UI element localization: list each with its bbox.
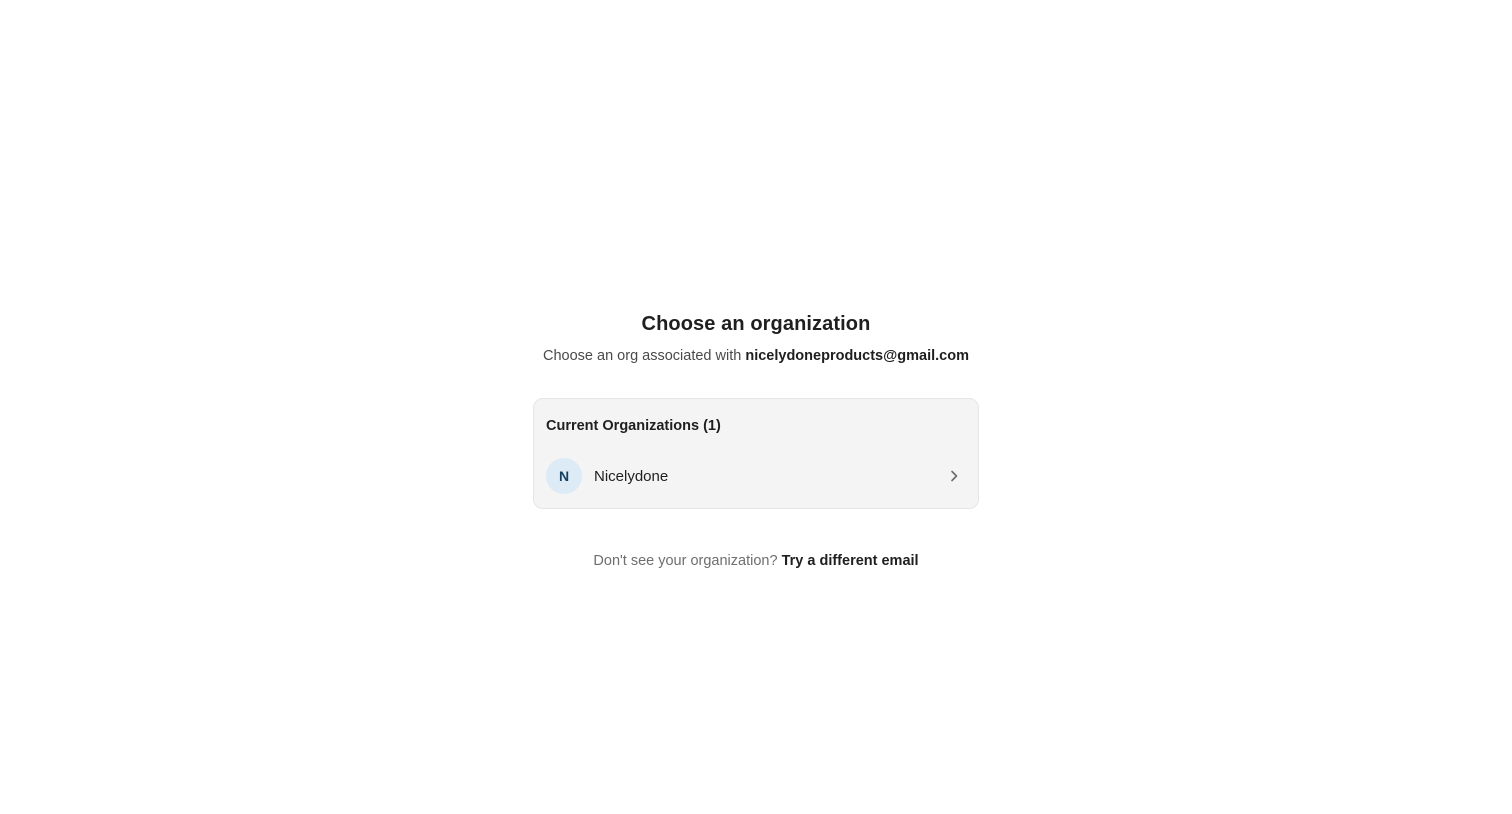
organization-list-header: Current Organizations (1): [546, 418, 721, 434]
choose-organization-page: Choose an organization Choose an org ass…: [0, 0, 1512, 814]
organization-list-card: Current Organizations (1) N Nicelydone: [533, 398, 979, 509]
user-email: nicelydoneproducts@gmail.com: [745, 348, 969, 364]
subtitle-prefix: Choose an org associated with: [543, 348, 742, 364]
page-subtitle: Choose an org associated with nicelydone…: [543, 346, 969, 366]
main-content: Choose an organization Choose an org ass…: [0, 310, 1512, 571]
footer-prompt: Don't see your organization?: [593, 553, 778, 569]
try-different-email-link[interactable]: Try a different email: [782, 553, 919, 569]
organization-item-nicelydone[interactable]: N Nicelydone: [534, 450, 978, 502]
organization-name: Nicelydone: [594, 467, 669, 485]
page-title: Choose an organization: [641, 313, 871, 335]
avatar: N: [546, 458, 582, 494]
footer-help: Don't see your organization? Try a diffe…: [593, 551, 918, 571]
chevron-right-icon: [946, 468, 962, 484]
